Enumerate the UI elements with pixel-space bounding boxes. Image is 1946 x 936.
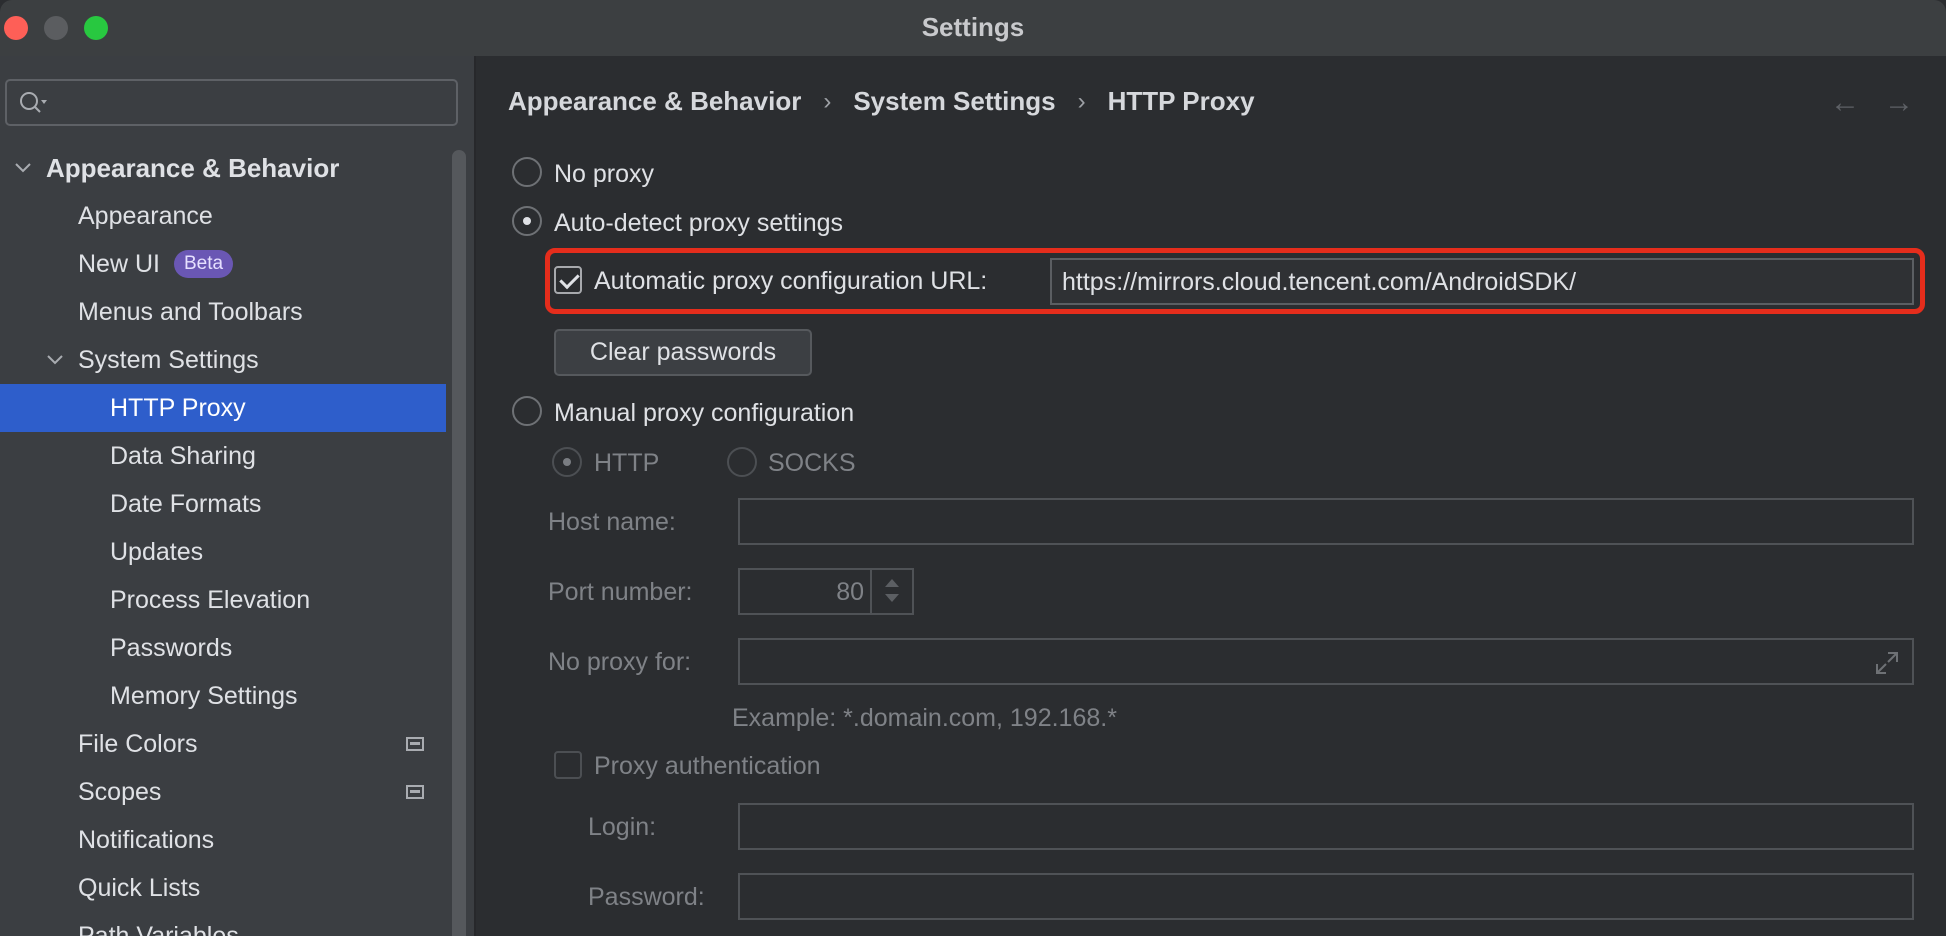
chevron-down-icon (47, 355, 63, 365)
sidebar-item-label: Passwords (110, 633, 233, 662)
breadcrumb: Appearance & Behavior › System Settings … (508, 86, 1255, 117)
sidebar-item-label: Path Variables (78, 921, 239, 936)
beta-badge: Beta (173, 250, 234, 278)
sidebar-item-label: Data Sharing (110, 441, 256, 470)
clear-passwords-button[interactable]: Clear passwords (554, 329, 812, 376)
password-label: Password: (588, 883, 705, 911)
stepper-down-icon[interactable] (885, 594, 899, 602)
proxy-auth-checkbox[interactable] (554, 751, 582, 779)
chevron-down-icon (15, 163, 31, 173)
sidebar-item-data-sharing[interactable]: Data Sharing (0, 432, 446, 480)
breadcrumb-item[interactable]: Appearance & Behavior (508, 86, 801, 117)
search-input[interactable] (5, 79, 458, 126)
sidebar-item-memory-settings[interactable]: Memory Settings (0, 672, 446, 720)
socks-radio[interactable] (727, 447, 757, 477)
settings-sidebar: Appearance & Behavior Appearance New UI … (0, 56, 474, 936)
sidebar-item-label: Scopes (78, 777, 162, 806)
expand-icon[interactable] (1874, 650, 1900, 676)
sidebar-item-label: New UI (78, 249, 160, 278)
port-number-value: 80 (836, 578, 864, 606)
sidebar-item-label: Appearance (78, 201, 213, 230)
host-name-field[interactable] (738, 498, 1914, 545)
sidebar-item-http-proxy[interactable]: HTTP Proxy (0, 384, 446, 432)
sidebar-item-scopes[interactable]: Scopes (0, 768, 446, 816)
host-name-label: Host name: (548, 508, 676, 536)
port-number-label: Port number: (548, 578, 693, 606)
manual-proxy-radio[interactable] (512, 396, 542, 426)
sidebar-item-label: System Settings (78, 345, 259, 374)
example-hint: Example: *.domain.com, 192.168.* (732, 704, 1117, 732)
settings-content: Appearance & Behavior › System Settings … (476, 56, 1946, 936)
window-title: Settings (921, 12, 1025, 42)
sidebar-item-label: Quick Lists (78, 873, 201, 902)
sidebar-item-new-ui[interactable]: New UI Beta (0, 240, 446, 288)
sidebar-item-file-colors[interactable]: File Colors (0, 720, 446, 768)
sidebar-item-appearance[interactable]: Appearance (0, 192, 446, 240)
sidebar-item-label: HTTP Proxy (110, 393, 246, 422)
title-bar: Settings (0, 0, 1946, 56)
sidebar-item-notifications[interactable]: Notifications (0, 816, 446, 864)
sidebar-item-label: Menus and Toolbars (78, 297, 303, 326)
manual-proxy-label: Manual proxy configuration (554, 399, 855, 427)
breadcrumb-separator-icon: › (1077, 87, 1086, 115)
http-label: HTTP (594, 449, 660, 477)
breadcrumb-item[interactable]: System Settings (853, 86, 1055, 117)
sidebar-item-quick-lists[interactable]: Quick Lists (0, 864, 446, 912)
sidebar-item-path-variables[interactable]: Path Variables (0, 912, 446, 936)
back-arrow-icon[interactable]: ← (1830, 86, 1860, 120)
sidebar-item-updates[interactable]: Updates (0, 528, 446, 576)
stepper-up-icon[interactable] (885, 579, 899, 587)
sidebar-item-label: Updates (110, 537, 204, 566)
sidebar-item-menus-toolbars[interactable]: Menus and Toolbars (0, 288, 446, 336)
project-scope-icon (406, 737, 424, 751)
highlight-box (545, 248, 1925, 314)
breadcrumb-separator-icon: › (823, 87, 832, 115)
sidebar-item-label: Appearance & Behavior (46, 152, 340, 183)
settings-window: Settings Appearance & Behavior Appearanc… (0, 0, 1946, 936)
sidebar-scrollbar[interactable] (452, 150, 466, 936)
sidebar-item-system-settings[interactable]: System Settings (0, 336, 446, 384)
project-scope-icon (406, 785, 424, 799)
stepper-arrows[interactable] (870, 570, 912, 613)
no-proxy-for-label: No proxy for: (548, 648, 692, 676)
sidebar-item-date-formats[interactable]: Date Formats (0, 480, 446, 528)
no-proxy-for-field[interactable] (738, 638, 1914, 685)
auto-detect-radio[interactable] (512, 206, 542, 236)
sidebar-item-appearance-behavior[interactable]: Appearance & Behavior (0, 144, 446, 192)
sidebar-item-label: Notifications (78, 825, 215, 854)
auto-detect-label: Auto-detect proxy settings (554, 209, 844, 237)
no-proxy-radio[interactable] (512, 157, 542, 187)
no-proxy-label: No proxy (554, 160, 655, 188)
forward-arrow-icon[interactable]: → (1884, 86, 1914, 120)
sidebar-item-label: Process Elevation (110, 585, 311, 614)
login-field[interactable] (738, 803, 1914, 850)
sidebar-item-label: Memory Settings (110, 681, 298, 710)
port-number-stepper[interactable]: 80 (738, 568, 914, 615)
socks-label: SOCKS (768, 449, 856, 477)
breadcrumb-item: HTTP Proxy (1107, 86, 1255, 116)
sidebar-item-process-elevation[interactable]: Process Elevation (0, 576, 446, 624)
http-radio[interactable] (552, 447, 582, 477)
sidebar-item-label: Date Formats (110, 489, 262, 518)
sidebar-item-label: File Colors (78, 729, 198, 758)
password-field[interactable] (738, 873, 1914, 920)
sidebar-item-passwords[interactable]: Passwords (0, 624, 446, 672)
search-icon (20, 92, 47, 113)
proxy-auth-label: Proxy authentication (594, 752, 821, 780)
login-label: Login: (588, 813, 657, 841)
